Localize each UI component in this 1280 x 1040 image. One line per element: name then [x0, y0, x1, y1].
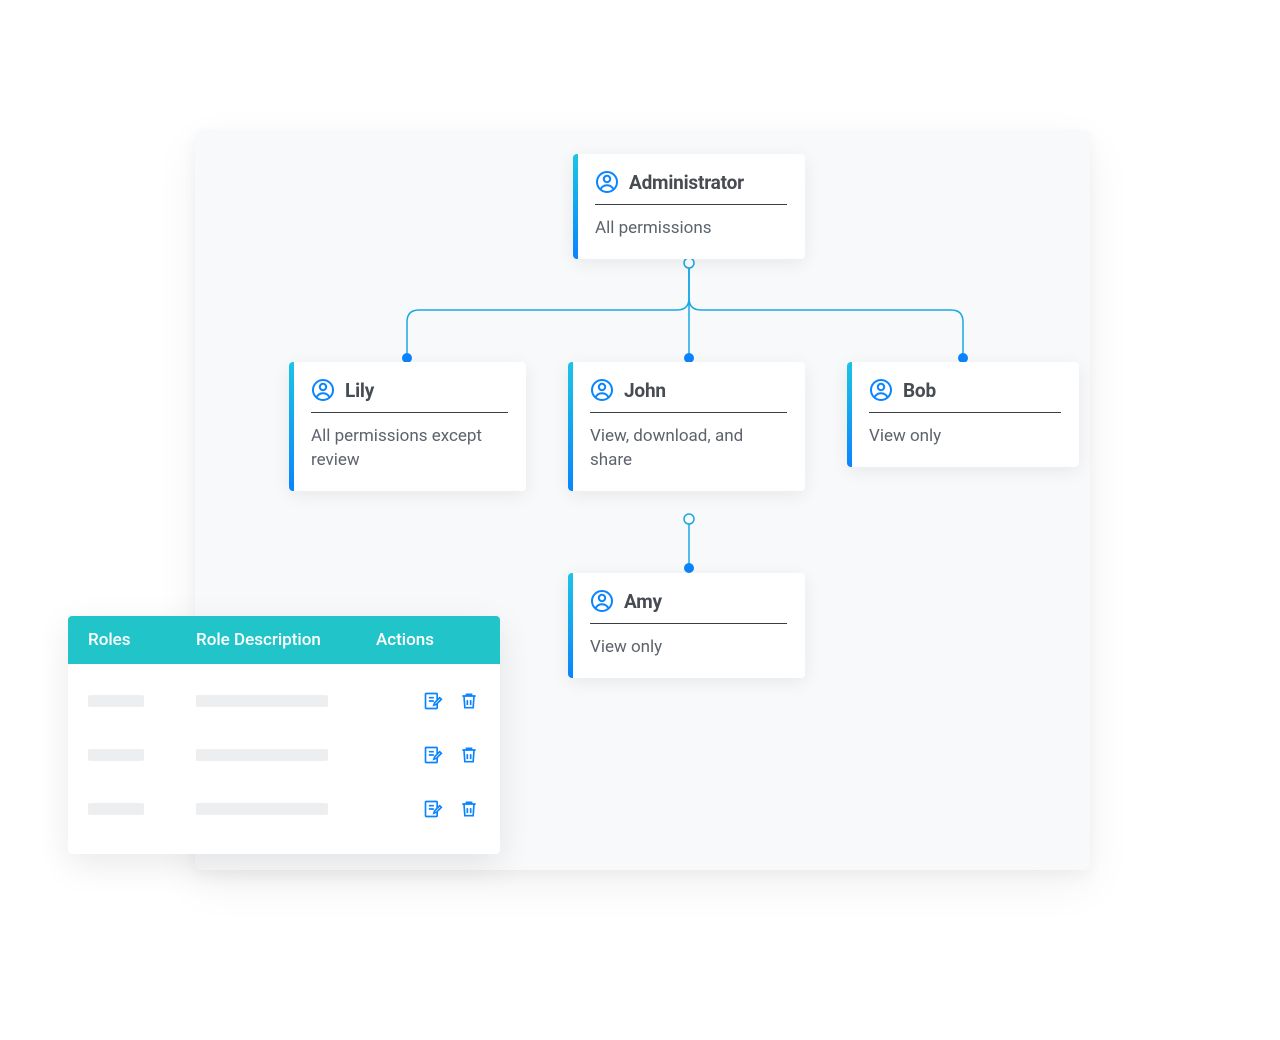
card-title: Amy: [624, 590, 662, 613]
card-permissions: All permissions except review: [311, 425, 508, 473]
card-header: Bob: [869, 378, 1061, 413]
user-icon: [595, 170, 619, 194]
trash-icon: [459, 691, 479, 711]
edit-icon: [423, 799, 443, 819]
roles-table-header: Roles Role Description Actions: [68, 616, 500, 664]
roles-table-panel: Roles Role Description Actions: [68, 616, 500, 854]
user-icon: [311, 378, 335, 402]
role-card-bob[interactable]: Bob View only: [847, 362, 1079, 467]
card-header: Administrator: [595, 170, 787, 205]
card-permissions: All permissions: [595, 217, 787, 241]
delete-button[interactable]: [458, 798, 480, 820]
user-icon: [590, 378, 614, 402]
card-title: Administrator: [629, 171, 744, 194]
delete-button[interactable]: [458, 690, 480, 712]
column-header-actions: Actions: [376, 630, 480, 650]
delete-button[interactable]: [458, 744, 480, 766]
role-placeholder: [88, 749, 144, 761]
role-card-lily[interactable]: Lily All permissions except review: [289, 362, 526, 491]
user-icon: [590, 589, 614, 613]
card-permissions: View only: [590, 636, 787, 660]
role-placeholder: [88, 803, 144, 815]
card-permissions: View, download, and share: [590, 425, 787, 473]
edit-button[interactable]: [422, 798, 444, 820]
role-card-amy[interactable]: Amy View only: [568, 573, 805, 678]
table-row: [88, 782, 480, 836]
edit-icon: [423, 691, 443, 711]
trash-icon: [459, 799, 479, 819]
edit-button[interactable]: [422, 690, 444, 712]
table-row: [88, 728, 480, 782]
card-header: John: [590, 378, 787, 413]
user-icon: [869, 378, 893, 402]
card-permissions: View only: [869, 425, 1061, 449]
edit-button[interactable]: [422, 744, 444, 766]
column-header-roles: Roles: [88, 630, 196, 650]
roles-table-body: [68, 664, 500, 854]
column-header-description: Role Description: [196, 630, 376, 650]
role-card-john[interactable]: John View, download, and share: [568, 362, 805, 491]
card-title: Lily: [345, 379, 374, 402]
trash-icon: [459, 745, 479, 765]
edit-icon: [423, 745, 443, 765]
description-placeholder: [196, 695, 328, 707]
card-header: Amy: [590, 589, 787, 624]
role-placeholder: [88, 695, 144, 707]
card-title: Bob: [903, 379, 936, 402]
description-placeholder: [196, 803, 328, 815]
card-header: Lily: [311, 378, 508, 413]
role-card-administrator[interactable]: Administrator All permissions: [573, 154, 805, 259]
table-row: [88, 674, 480, 728]
description-placeholder: [196, 749, 328, 761]
card-title: John: [624, 379, 666, 402]
